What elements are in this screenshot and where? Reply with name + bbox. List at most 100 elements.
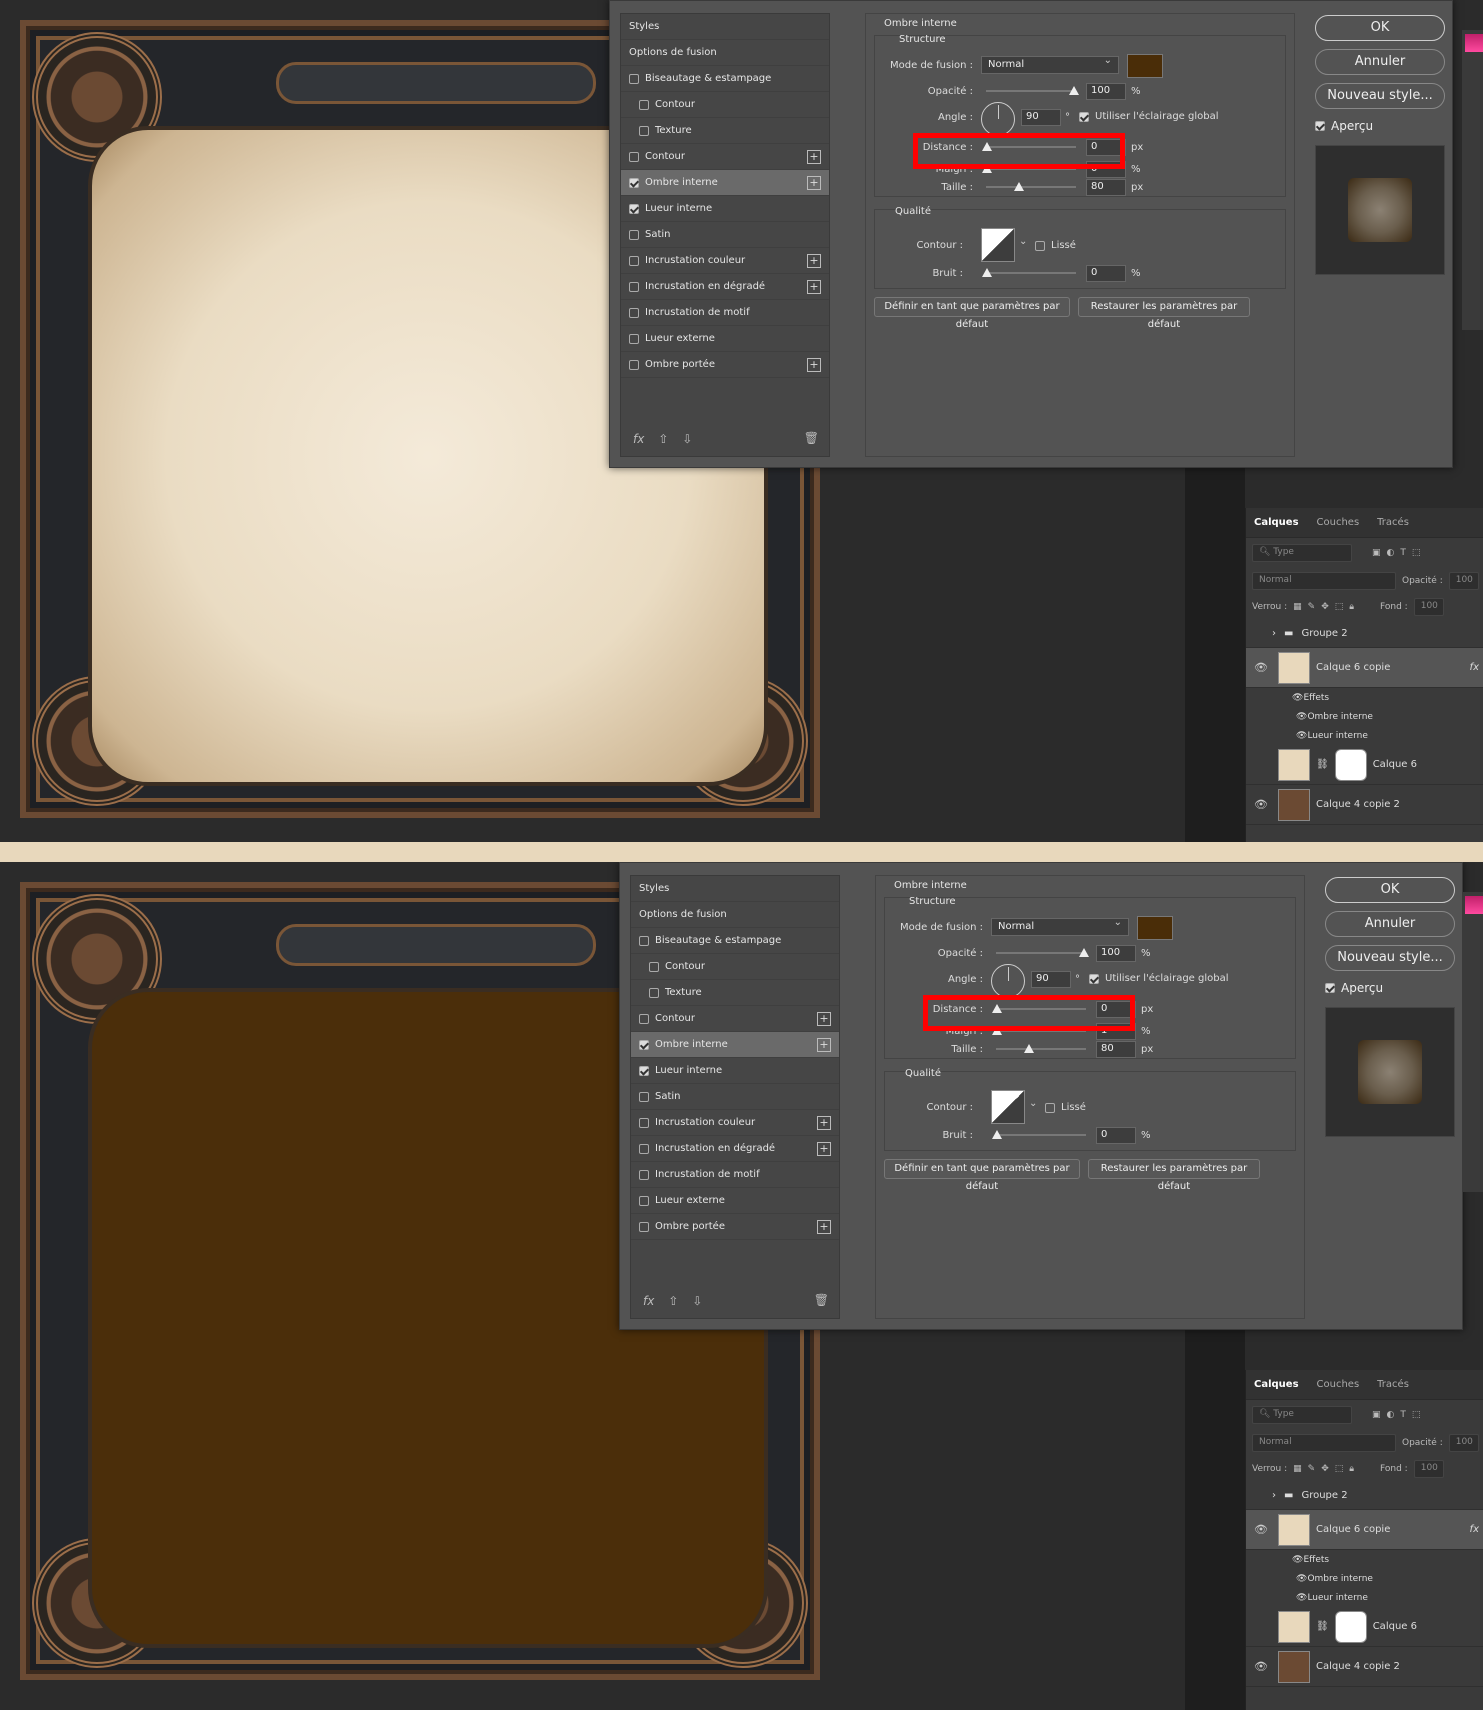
style-checkbox[interactable] [629,307,639,318]
style-item[interactable]: Texture [621,118,829,144]
effect-ombre-interne[interactable]: 👁︎ Ombre interne [1246,1569,1483,1588]
style-checkbox[interactable] [649,961,659,972]
style-checkbox[interactable] [629,203,639,214]
add-icon[interactable]: + [817,1142,831,1156]
opacity-input[interactable]: 100 [1086,83,1126,100]
global-light-checkbox[interactable]: Utiliser l'éclairage global [1089,973,1229,984]
style-item[interactable]: Incrustation de motif [621,300,829,326]
style-item[interactable]: Satin [631,1084,839,1110]
contour-curve-picker[interactable] [981,228,1015,262]
angle-dial[interactable] [981,102,1015,136]
style-checkbox[interactable] [639,1221,649,1232]
blend-mode-dropdown[interactable]: Normal [1252,1434,1396,1452]
style-item[interactable]: Ombre interne + [631,1032,839,1058]
chain-icon[interactable]: ⛓︎ [1316,1621,1329,1632]
style-item[interactable]: Lueur externe [621,326,829,352]
style-checkbox[interactable] [639,1039,649,1050]
set-default-button[interactable]: Définir en tant que paramètres par défau… [884,1159,1080,1192]
style-checkbox[interactable] [639,1195,649,1206]
effect-lueur-interne[interactable]: 👁︎ Lueur interne [1246,726,1483,745]
ok-button[interactable]: OK [1315,15,1445,41]
angle-dial[interactable] [991,964,1025,998]
style-checkbox[interactable] [629,177,639,188]
eye-icon[interactable]: 👁︎ [1292,1555,1303,1565]
style-checkbox[interactable] [629,229,639,240]
style-checkbox[interactable] [639,1091,649,1102]
arrow-up-icon[interactable]: ⇧ [668,1294,678,1308]
tab-couches[interactable]: Couches [1317,517,1360,528]
lock-icons[interactable]: ▦✎✥⬚🔒︎ [1293,1464,1360,1474]
arrow-down-icon[interactable]: ⇩ [692,1294,702,1308]
filter-icons[interactable]: ▣◐T⬚ [1372,548,1426,558]
tab-calques[interactable]: Calques [1254,1379,1299,1390]
fx-icon[interactable]: fx [1470,662,1479,673]
style-item[interactable]: Ombre portée + [621,352,829,378]
style-checkbox[interactable] [639,1065,649,1076]
layer-calque-6-copie[interactable]: 👁︎ Calque 6 copie fx [1246,1510,1483,1550]
style-checkbox[interactable] [639,1169,649,1180]
layer-group-2[interactable]: › ▬ Groupe 2 [1246,1482,1483,1510]
layer-group-2[interactable]: › ▬ Groupe 2 [1246,620,1483,648]
lock-icons[interactable]: ▦✎✥⬚🔒︎ [1293,602,1360,612]
eye-icon[interactable]: 👁︎ [1296,731,1307,741]
set-default-button[interactable]: Définir en tant que paramètres par défau… [874,297,1070,330]
layer-calque-6[interactable]: ⛓︎ Calque 6 [1246,1607,1483,1647]
shadow-color-swatch[interactable] [1137,916,1173,940]
blend-mode-select[interactable]: Normal [991,917,1129,936]
add-icon[interactable]: + [807,150,821,164]
style-item[interactable]: Contour [631,954,839,980]
style-item[interactable]: Ombre interne + [621,170,829,196]
style-checkbox[interactable] [639,125,649,136]
layer-calque-6[interactable]: ⛓︎ Calque 6 [1246,745,1483,785]
style-item[interactable]: Contour + [631,1006,839,1032]
fill-input[interactable]: 100 [1413,598,1444,616]
add-icon[interactable]: + [817,1038,831,1052]
eye-icon[interactable]: 👁︎ [1296,1593,1307,1603]
blend-mode-select[interactable]: Normal [981,55,1119,74]
layer-search-input[interactable]: 🔍︎ Type [1252,544,1352,562]
layer-calque-4-copie-2[interactable]: 👁︎ Calque 4 copie 2 [1246,785,1483,825]
style-item[interactable]: Incrustation couleur + [621,248,829,274]
opacity-slider[interactable] [986,86,1079,95]
style-item[interactable]: Contour + [621,144,829,170]
style-item[interactable]: Lueur interne [621,196,829,222]
filter-icons[interactable]: ▣◐T⬚ [1372,1410,1426,1420]
style-item[interactable]: Ombre portée + [631,1214,839,1240]
style-checkbox[interactable] [629,281,639,292]
chevron-down-icon[interactable]: ⌄ [1029,1098,1037,1109]
reset-default-button[interactable]: Restaurer les paramètres par défaut [1078,297,1250,330]
style-item[interactable]: Contour [621,92,829,118]
effect-ombre-interne[interactable]: 👁︎ Ombre interne [1246,707,1483,726]
layer-calque-4-copie-2[interactable]: 👁︎ Calque 4 copie 2 [1246,1647,1483,1687]
add-icon[interactable]: + [807,176,821,190]
eye-icon[interactable]: 👁︎ [1296,712,1307,722]
contour-curve-picker[interactable] [991,1090,1025,1124]
eye-icon[interactable]: 👁︎ [1254,1523,1272,1536]
lisse-checkbox[interactable]: Lissé [1035,240,1076,251]
shadow-color-swatch[interactable] [1127,54,1163,78]
eye-icon[interactable]: 👁︎ [1292,693,1303,703]
bruit-input[interactable]: 0 [1096,1127,1136,1144]
trash-icon[interactable]: 🗑 [814,1293,829,1307]
ok-button[interactable]: OK [1325,877,1455,903]
style-checkbox[interactable] [629,359,639,370]
blend-options-item[interactable]: Options de fusion [631,902,839,928]
style-checkbox[interactable] [639,1143,649,1154]
bruit-slider[interactable] [982,268,1076,277]
style-item[interactable]: Incrustation en dégradé + [621,274,829,300]
chevron-down-icon[interactable]: ⌄ [1019,236,1027,247]
preview-checkbox[interactable]: Aperçu [1315,119,1373,133]
fx-icon[interactable]: fx [633,432,644,446]
taille-input[interactable]: 80 [1086,179,1126,196]
effects-row[interactable]: 👁︎ Effets [1246,688,1483,707]
tab-traces[interactable]: Tracés [1377,517,1409,528]
opacity-slider[interactable] [996,948,1089,957]
taille-input[interactable]: 80 [1096,1041,1136,1058]
cancel-button[interactable]: Annuler [1315,49,1445,75]
lisse-checkbox[interactable]: Lissé [1045,1102,1086,1113]
trash-icon[interactable]: 🗑 [804,431,819,445]
blend-mode-dropdown[interactable]: Normal [1252,572,1396,590]
angle-input[interactable]: 90 [1031,971,1071,988]
style-checkbox[interactable] [649,987,659,998]
preview-checkbox[interactable]: Aperçu [1325,981,1383,995]
